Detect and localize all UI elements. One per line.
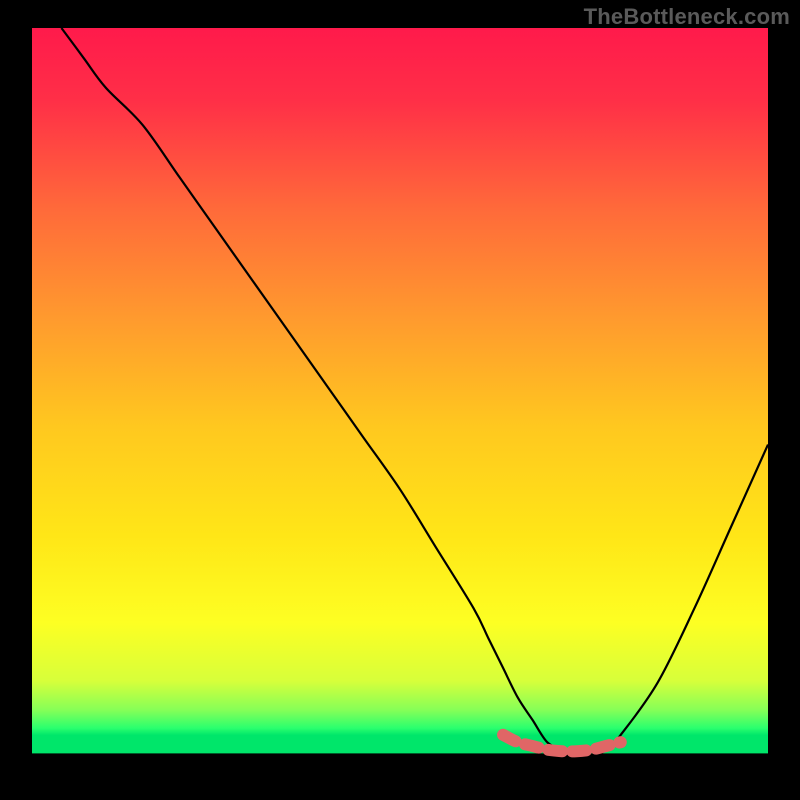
watermark-label: TheBottleneck.com <box>584 4 790 30</box>
bottleneck-chart <box>0 0 800 800</box>
chart-frame: TheBottleneck.com <box>0 0 800 800</box>
plot-background <box>32 28 768 753</box>
